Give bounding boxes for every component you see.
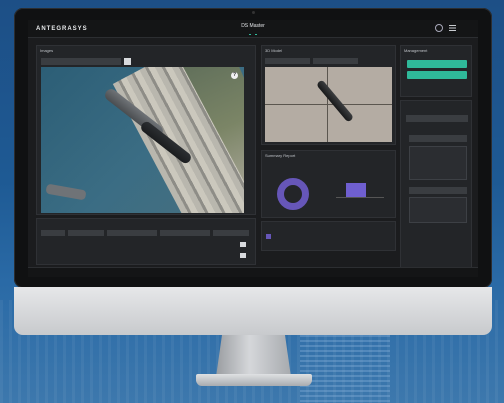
images-panel: Images ? — [36, 45, 256, 215]
column-header[interactable] — [107, 230, 157, 236]
details-panel — [36, 218, 256, 265]
images-controls — [41, 58, 131, 65]
axis-line — [327, 67, 328, 142]
model-panel-title: 3D Model — [265, 48, 283, 53]
column-header[interactable] — [68, 230, 104, 236]
help-icon[interactable]: ? — [231, 72, 238, 79]
summary-panel: Summary Report — [261, 150, 396, 218]
filter-panel — [400, 100, 472, 270]
tab-primary[interactable] — [249, 30, 251, 35]
model-controls — [265, 58, 358, 64]
column-header[interactable] — [213, 230, 249, 236]
image-select-dropdown[interactable] — [41, 58, 121, 65]
header-tabs — [218, 30, 288, 35]
submarine-model — [315, 79, 355, 123]
axis-line — [265, 104, 392, 105]
table-row[interactable] — [41, 251, 253, 259]
app-screen: ANTEGRASYS DS Master Images ? 3D Model S… — [28, 20, 478, 277]
hamburger-menu-icon[interactable] — [449, 25, 456, 31]
app-title: DS Master — [241, 23, 265, 29]
user-avatar[interactable] — [435, 24, 443, 32]
filter-dropdown[interactable] — [406, 115, 468, 122]
status-bar — [28, 267, 478, 277]
app-header: ANTEGRASYS DS Master — [28, 20, 478, 38]
aerial-image-view[interactable]: ? — [41, 67, 244, 213]
model-dropdown[interactable] — [313, 58, 358, 64]
monitor-stand-foot — [196, 374, 312, 386]
management-panel: Management — [400, 45, 472, 97]
model-viewport[interactable] — [265, 67, 392, 142]
row-action-button[interactable] — [240, 241, 246, 247]
management-button-secondary[interactable] — [407, 71, 467, 79]
row-action-button[interactable] — [240, 252, 246, 258]
camera-dot — [252, 11, 255, 14]
filter-dropdown[interactable] — [409, 187, 467, 194]
model-panel: 3D Model — [261, 45, 396, 145]
monitor-stand-neck — [216, 335, 291, 377]
filter-card — [409, 146, 467, 180]
column-header[interactable] — [41, 230, 65, 236]
model-dropdown[interactable] — [265, 58, 310, 64]
management-panel-title: Management — [404, 48, 428, 53]
bar-chart-bar — [346, 183, 366, 197]
annotation-row[interactable] — [266, 234, 391, 240]
tab-secondary[interactable] — [255, 30, 257, 35]
image-action-button[interactable] — [124, 58, 131, 65]
bar-chart-axis — [336, 197, 384, 198]
filter-card — [409, 197, 467, 223]
ship-shape — [45, 183, 87, 201]
annotation-checkbox[interactable] — [266, 234, 271, 239]
background-building — [300, 325, 390, 403]
table-row[interactable] — [41, 240, 253, 248]
monitor-chin — [14, 287, 492, 335]
filter-dropdown[interactable] — [409, 135, 467, 142]
column-header[interactable] — [160, 230, 210, 236]
images-panel-title: Images — [40, 48, 54, 53]
donut-chart — [277, 178, 309, 210]
summary-panel-title: Summary Report — [265, 153, 296, 158]
annotations-panel — [261, 221, 396, 251]
app-logo: ANTEGRASYS — [36, 26, 88, 32]
details-table-header — [41, 230, 253, 236]
management-button-primary[interactable] — [407, 60, 467, 68]
